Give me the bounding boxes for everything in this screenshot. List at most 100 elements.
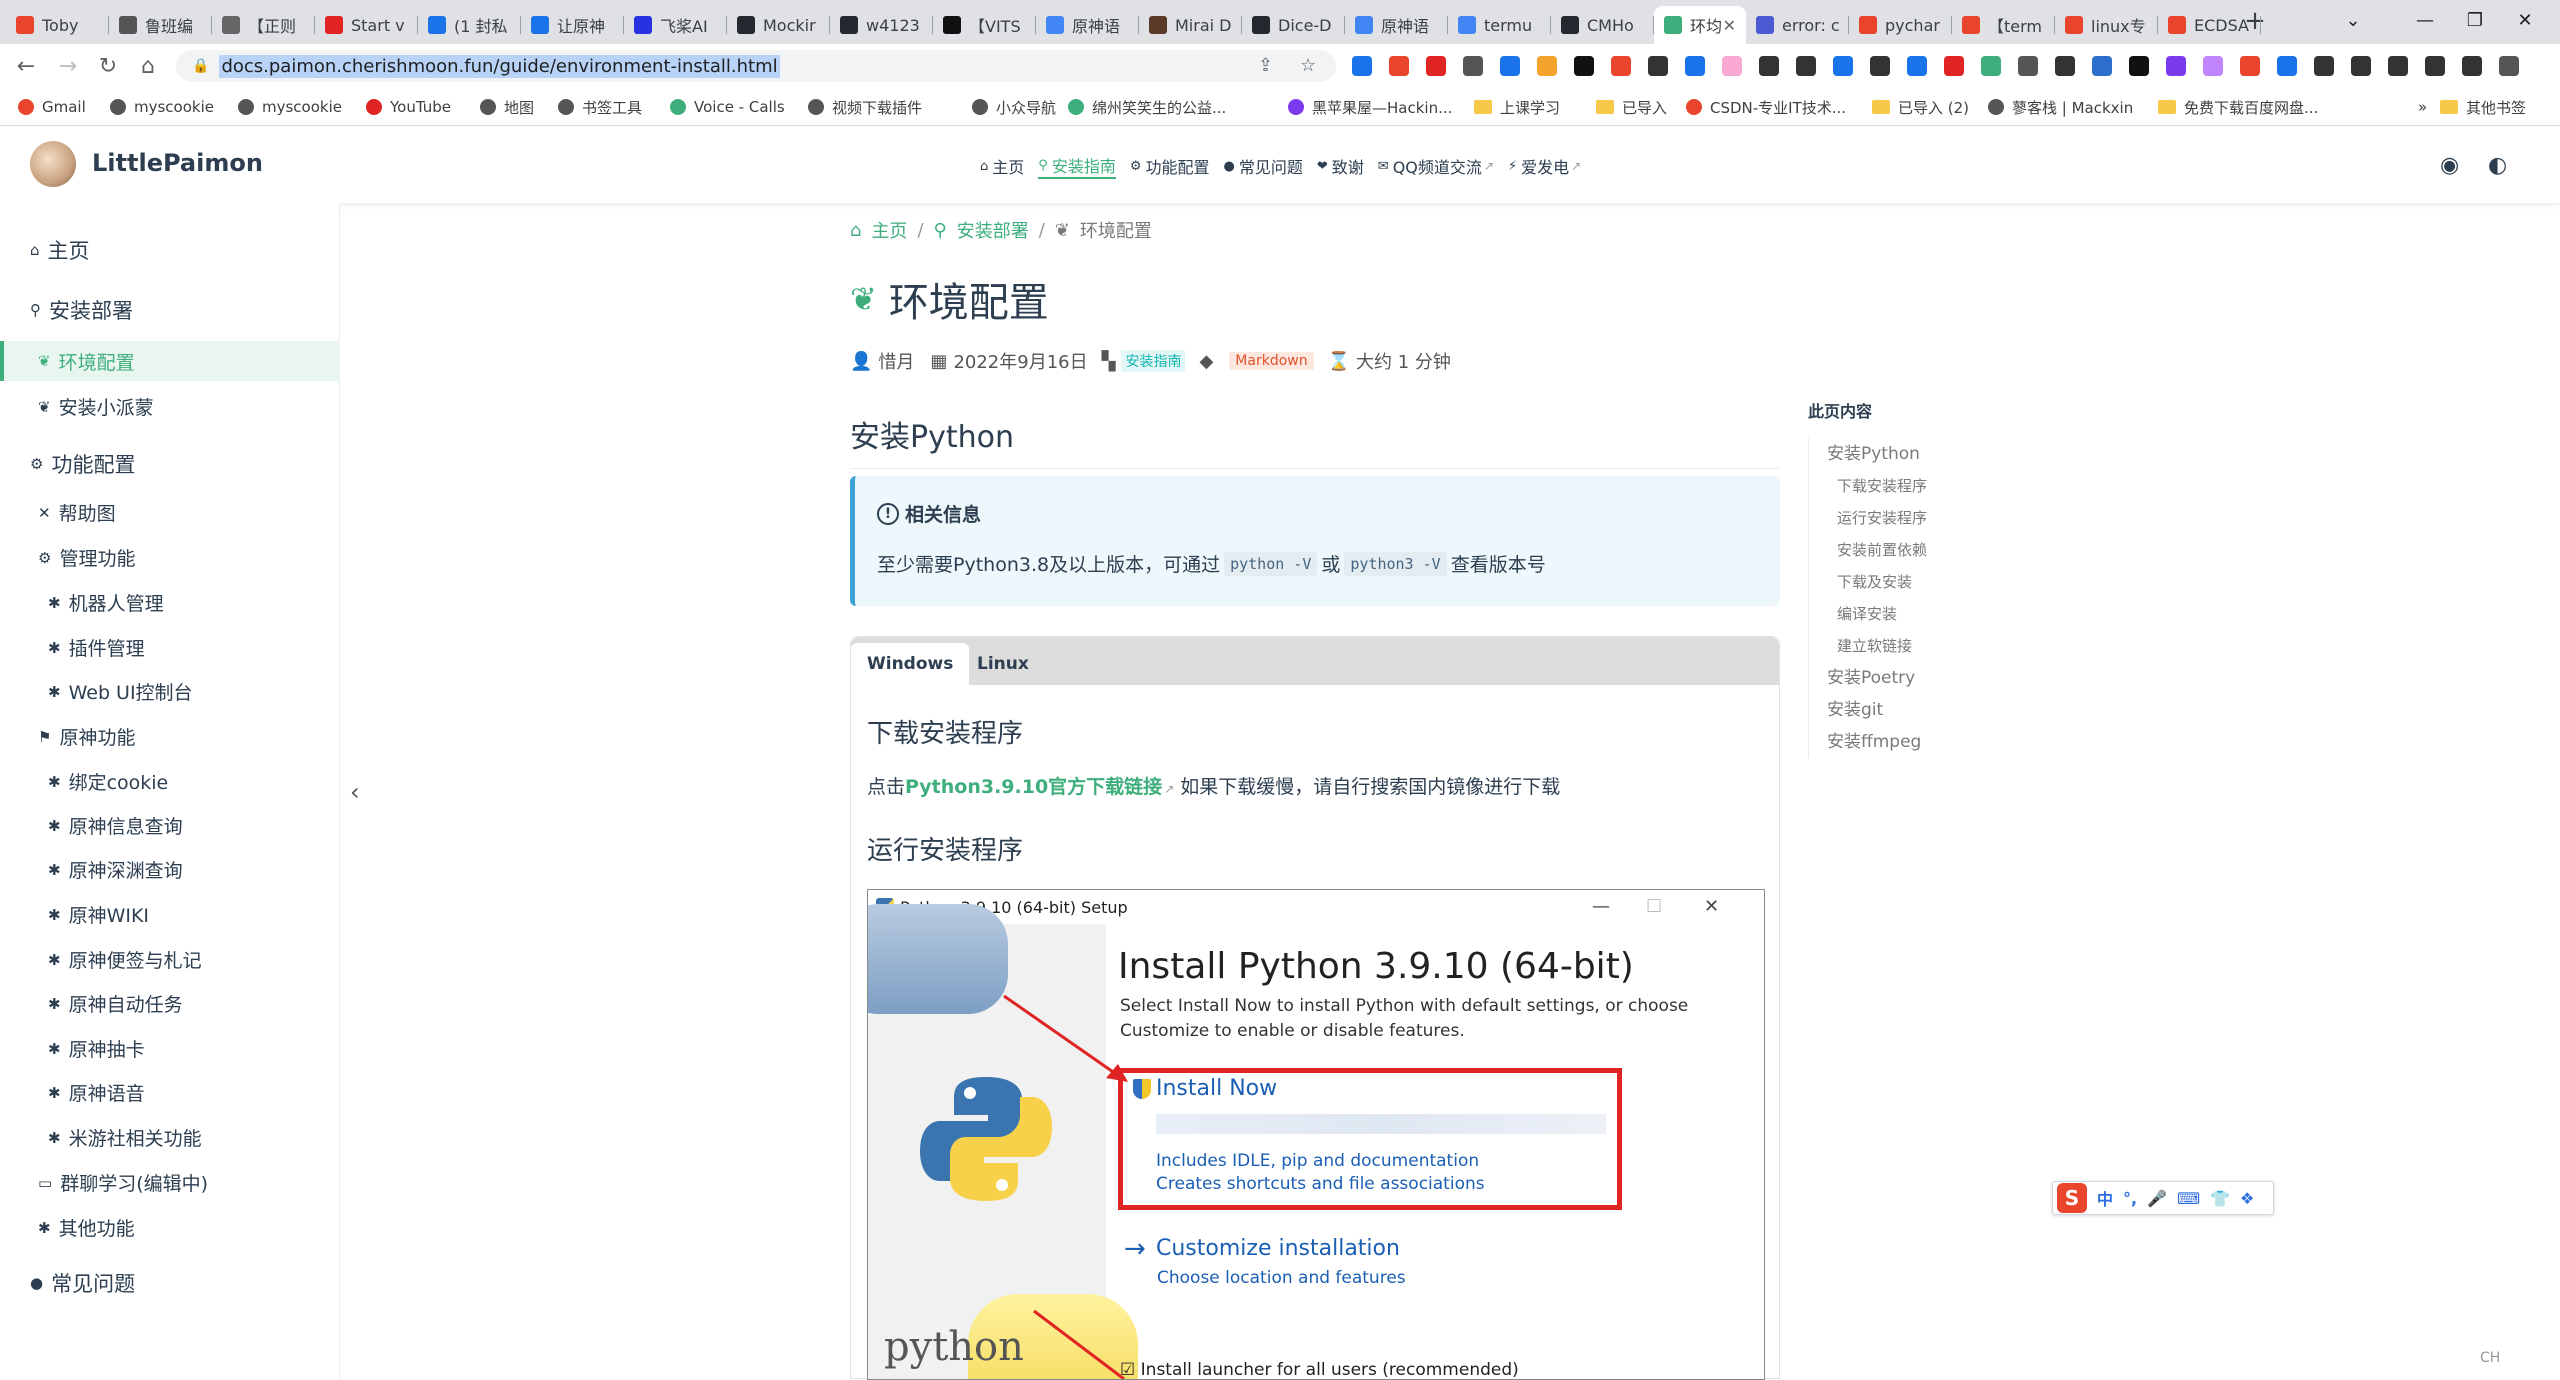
extension-icon[interactable]	[1648, 56, 1668, 76]
sidebar-item-env[interactable]: ❦ 环境配置	[0, 341, 340, 381]
category-badge[interactable]: 安装指南	[1121, 350, 1186, 372]
extension-icon[interactable]	[1352, 56, 1372, 76]
bookmark-item[interactable]: myscookie	[110, 96, 214, 118]
sidebar-item-voice[interactable]: ✱ 原神语音	[0, 1079, 145, 1106]
extension-icon[interactable]	[2462, 56, 2482, 76]
nav-link-2[interactable]: ⚙ 功能配置	[1130, 153, 1210, 179]
tab-search-icon[interactable]: ⌄	[2328, 0, 2378, 40]
nav-link-1[interactable]: ⚲ 安装指南	[1038, 153, 1116, 179]
bookmark-item[interactable]: myscookie	[238, 96, 342, 118]
address-bar[interactable]: 🔒 docs.paimon.cherishmoon.fun/guide/envi…	[176, 50, 1336, 82]
extension-icon[interactable]	[1759, 56, 1779, 76]
extension-icon[interactable]	[2166, 56, 2186, 76]
extension-icon[interactable]	[2240, 56, 2260, 76]
nav-link-0[interactable]: ⌂ 主页	[980, 153, 1024, 179]
nav-link-3[interactable]: ● 常见问题	[1224, 153, 1303, 179]
browser-tab[interactable]: 鲁班编	[109, 6, 212, 44]
sidebar-item-faq[interactable]: ● 常见问题	[0, 1268, 135, 1298]
sidebar-item-info[interactable]: ✱ 原神信息查询	[0, 812, 183, 839]
bookmark-item[interactable]: 上课学习	[1474, 96, 1560, 118]
breadcrumb-home[interactable]: 主页	[871, 217, 907, 243]
bookmark-item[interactable]: 书签工具	[558, 96, 642, 118]
extension-icon[interactable]	[1796, 56, 1816, 76]
extension-icon[interactable]	[1463, 56, 1483, 76]
sidebar-collapse-chevron-icon[interactable]: ‹	[350, 778, 360, 806]
extension-icon[interactable]	[1907, 56, 1927, 76]
url-text[interactable]: docs.paimon.cherishmoon.fun/guide/enviro…	[219, 54, 780, 78]
sidebar-item-abyss[interactable]: ✱ 原神深渊查询	[0, 856, 183, 883]
sidebar-item-manage[interactable]: ⚙ 管理功能	[0, 544, 135, 571]
extension-icon[interactable]	[1870, 56, 1890, 76]
browser-tab[interactable]: 环均 ✕	[1654, 6, 1746, 44]
bookmark-item[interactable]: 蓼客栈 | Mackxin	[1988, 96, 2133, 118]
extension-icon[interactable]	[2129, 56, 2149, 76]
extension-icon[interactable]	[2425, 56, 2445, 76]
browser-tab[interactable]: Toby	[6, 6, 109, 44]
browser-tab[interactable]: Mockir	[727, 6, 830, 44]
toc-item[interactable]: 编译安装	[1827, 598, 1927, 630]
browser-tab[interactable]: error: c	[1746, 6, 1849, 44]
browser-tab[interactable]: w4123	[830, 6, 933, 44]
sidebar-item-sign[interactable]: ✱ 原神便签与札记	[0, 946, 202, 973]
sidebar-item-chat[interactable]: ▭ 群聊学习(编辑中)	[0, 1169, 208, 1196]
browser-tab[interactable]: 让原神	[521, 6, 624, 44]
extension-icon[interactable]	[1389, 56, 1409, 76]
browser-tab[interactable]: (1 封私	[418, 6, 521, 44]
ime-punct[interactable]: °,	[2123, 1189, 2137, 1208]
sidebar-item-other[interactable]: ✱ 其他功能	[0, 1214, 135, 1241]
browser-tab[interactable]: Start v	[315, 6, 418, 44]
ime-mode[interactable]: 中	[2097, 1186, 2113, 1210]
bookmark-item[interactable]: YouTube	[366, 96, 451, 118]
bookmark-item[interactable]: 已导入 (2)	[1872, 96, 1969, 118]
browser-tab[interactable]: ECDSA	[2158, 6, 2261, 44]
nav-link-4[interactable]: ❤ 致谢	[1317, 153, 1364, 179]
browser-tab[interactable]: 【term	[1952, 6, 2055, 44]
sidebar-item-wiki[interactable]: ✱ 原神WIKI	[0, 901, 149, 928]
tab-linux[interactable]: Linux	[961, 643, 1045, 685]
browser-tab[interactable]: 原神语	[1345, 6, 1448, 44]
bookmark-item[interactable]: 已导入	[1596, 96, 1667, 118]
extension-icon[interactable]	[2499, 56, 2519, 76]
breadcrumb-install[interactable]: 安装部署	[957, 217, 1029, 243]
browser-tab[interactable]: 原神语	[1036, 6, 1139, 44]
sidebar-item-home[interactable]: ⌂ 主页	[0, 235, 90, 265]
extension-icon[interactable]	[1944, 56, 1964, 76]
close-window-button[interactable]: ✕	[2500, 0, 2550, 40]
toc-item[interactable]: 运行安装程序	[1827, 502, 1927, 534]
sidebar-item-help[interactable]: ✕ 帮助图	[0, 499, 116, 526]
tab-windows[interactable]: Windows	[851, 643, 970, 685]
toc-item[interactable]: 建立软链接	[1827, 630, 1927, 662]
browser-tab[interactable]: Mirai D	[1139, 6, 1242, 44]
reload-icon[interactable]: ↻	[92, 50, 124, 82]
extension-icon[interactable]	[2018, 56, 2038, 76]
sidebar-group-install[interactable]: ⚲ 安装部署	[0, 295, 133, 325]
bookmark-item[interactable]: 黑苹果屋—Hackin...	[1288, 96, 1452, 118]
sidebar-item-genshin[interactable]: ⚑ 原神功能	[0, 723, 135, 750]
sidebar-item-auto[interactable]: ✱ 原神自动任务	[0, 990, 183, 1017]
forward-icon[interactable]: →	[52, 50, 84, 82]
browser-tab[interactable]: pychar	[1849, 6, 1952, 44]
site-logo[interactable]	[30, 141, 76, 187]
bookmark-item[interactable]: 免费下载百度网盘...	[2158, 96, 2318, 118]
toc-item[interactable]: 安装ffmpeg	[1827, 726, 1927, 758]
more-bookmarks-icon[interactable]: »	[2418, 96, 2427, 118]
microphone-icon[interactable]: 🎤	[2147, 1189, 2167, 1208]
sidebar-item-bot[interactable]: ✱ 机器人管理	[0, 589, 164, 616]
bookmark-item[interactable]: 其他书签	[2440, 96, 2526, 118]
extension-icon[interactable]	[2092, 56, 2112, 76]
extension-icon[interactable]	[2351, 56, 2371, 76]
bookmark-item[interactable]: CSDN-专业IT技术...	[1686, 96, 1846, 118]
grid-icon[interactable]: ❖	[2240, 1189, 2254, 1208]
extension-icon[interactable]	[2203, 56, 2223, 76]
site-brand[interactable]: LittlePaimon	[92, 149, 263, 177]
theme-toggle-icon[interactable]: ◐	[2488, 153, 2507, 178]
nav-link-6[interactable]: ⚡ 爱发电 ↗	[1508, 153, 1581, 179]
bookmark-item[interactable]: 地图	[480, 96, 534, 118]
extension-icon[interactable]	[1981, 56, 2001, 76]
bookmark-item[interactable]: Gmail	[18, 96, 86, 118]
browser-tab[interactable]: linux专	[2055, 6, 2158, 44]
bookmark-item[interactable]: 绵州笑笑生的公益...	[1068, 96, 1226, 118]
toc-item[interactable]: 安装git	[1827, 694, 1927, 726]
back-icon[interactable]: ←	[10, 50, 42, 82]
extension-icon[interactable]	[2388, 56, 2408, 76]
